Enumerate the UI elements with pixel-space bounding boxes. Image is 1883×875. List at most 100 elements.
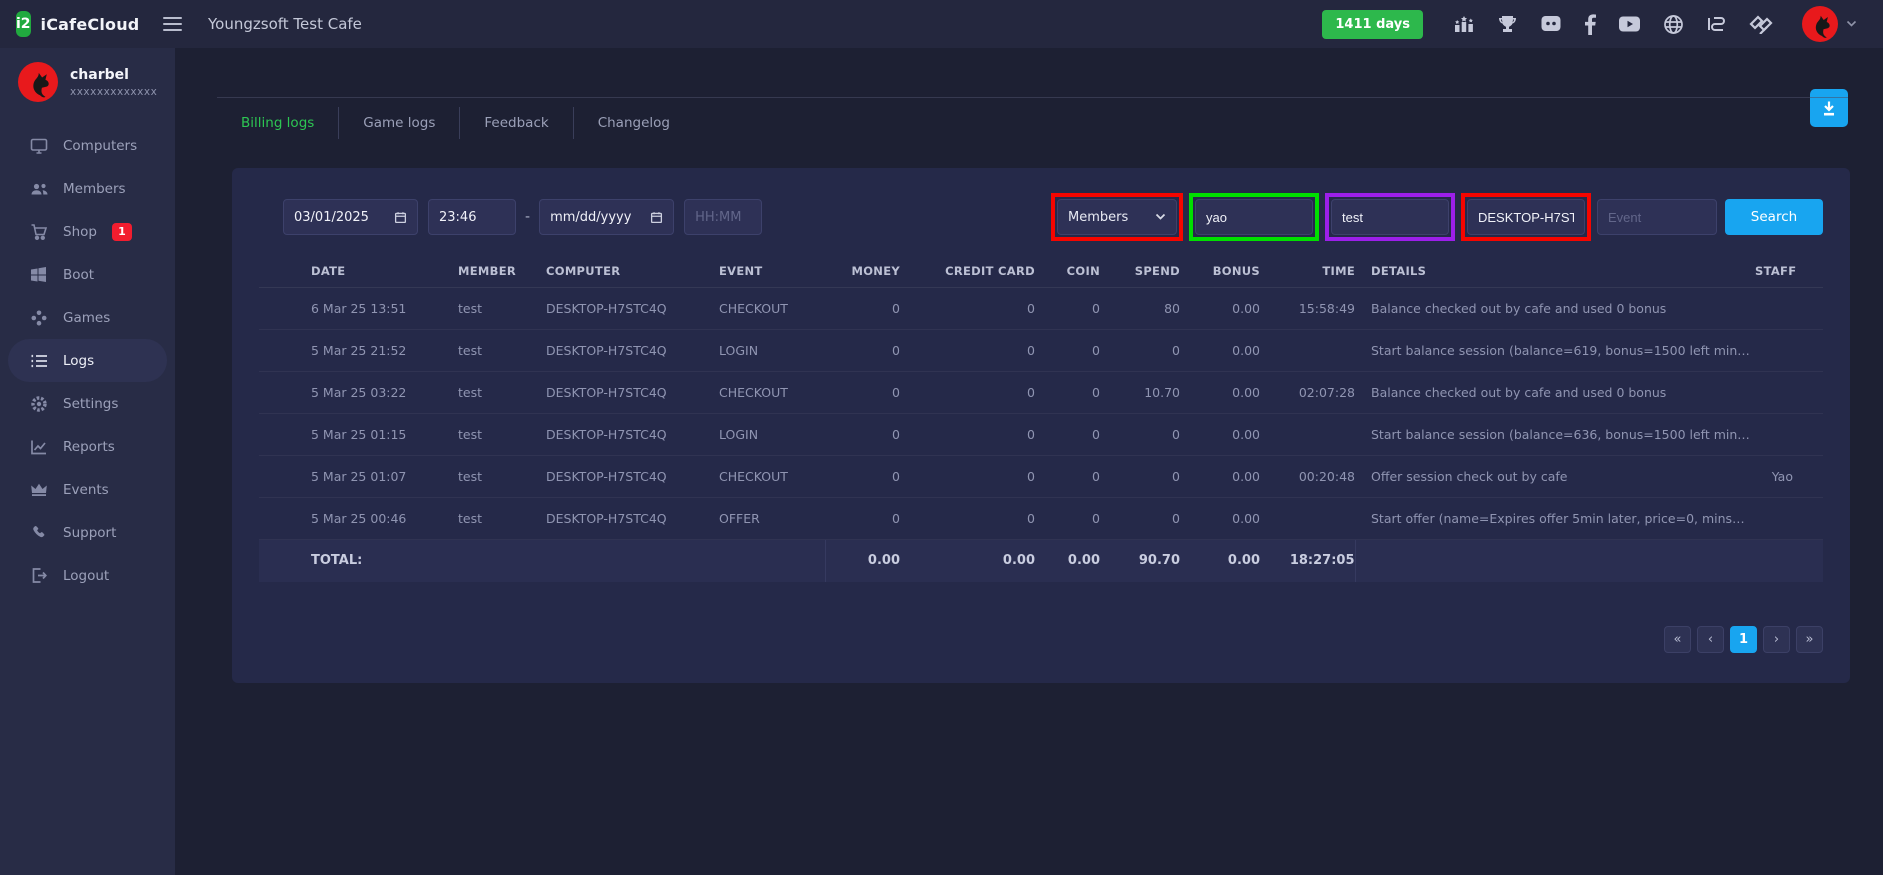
col-bonus: BONUS	[1180, 254, 1260, 288]
table-row: 5 Mar 25 00:46testDESKTOP-H7STC4QOFFER00…	[259, 498, 1823, 540]
page-prev-button[interactable]: ‹	[1697, 626, 1724, 653]
sidebar-item-logs[interactable]: Logs	[8, 339, 167, 382]
sidebar-item-computers[interactable]: Computers	[8, 124, 167, 167]
total-credit-card: 0.00	[900, 540, 1035, 582]
member-search-input-2[interactable]	[1331, 199, 1449, 235]
logout-icon	[30, 567, 48, 584]
annotation-box-red-2	[1461, 193, 1591, 241]
sidebar-avatar	[18, 62, 58, 102]
annotation-box-red-1: Members	[1051, 193, 1183, 241]
sidebar-item-games[interactable]: Games	[8, 296, 167, 339]
windows-icon	[30, 266, 48, 283]
icafecloud-icon[interactable]	[1706, 14, 1726, 34]
page-next-button[interactable]: ›	[1763, 626, 1790, 653]
time-to-input[interactable]: HH:MM	[684, 199, 762, 235]
event-search-input[interactable]	[1597, 199, 1717, 235]
col-spend: SPEND	[1100, 254, 1180, 288]
sidebar-item-reports[interactable]: Reports	[8, 425, 167, 468]
sidebar-item-boot[interactable]: Boot	[8, 253, 167, 296]
globe-icon[interactable]	[1663, 14, 1684, 35]
col-staff: STAFF	[1755, 254, 1823, 288]
tab-billing-logs[interactable]: Billing logs	[217, 107, 339, 139]
sidebar-item-members[interactable]: Members	[8, 167, 167, 210]
sidebar-item-label: Shop	[63, 224, 97, 240]
tab-changelog[interactable]: Changelog	[574, 107, 694, 139]
sidebar: charbel xxxxxxxxxxxxx Computers Members …	[0, 48, 175, 875]
billing-logs-panel: 03/01/2025 23:46 - mm/dd/yyyy HH:MM Memb…	[232, 168, 1850, 683]
sidebar-nav: Computers Members Shop 1 Boot Games Logs…	[0, 124, 175, 597]
menu-toggle-icon[interactable]	[159, 9, 186, 39]
sidebar-item-settings[interactable]: Settings	[8, 382, 167, 425]
time-from-input[interactable]: 23:46	[428, 199, 516, 235]
col-member: MEMBER	[458, 254, 546, 288]
calendar-icon	[650, 211, 663, 224]
chevron-down-icon	[1155, 213, 1166, 221]
user-avatar	[1802, 6, 1838, 42]
sidebar-item-shop[interactable]: Shop 1	[8, 210, 167, 253]
col-date: DATE	[259, 254, 458, 288]
annotation-box-purple	[1325, 193, 1455, 241]
cart-icon	[30, 223, 48, 241]
download-icon	[1820, 99, 1838, 117]
member-search-input[interactable]	[1195, 199, 1313, 235]
tab-game-logs[interactable]: Game logs	[339, 107, 460, 139]
download-button[interactable]	[1810, 89, 1848, 127]
gear-icon	[30, 395, 48, 413]
topbar-actions: 1411 days	[1322, 6, 1883, 42]
sidebar-item-events[interactable]: Events	[8, 468, 167, 511]
sidebar-item-label: Boot	[63, 267, 94, 283]
sidebar-item-label: Support	[63, 525, 116, 541]
brand-name: iCafeCloud	[41, 15, 140, 34]
layers-icon[interactable]	[1748, 14, 1774, 34]
col-computer: COMPUTER	[546, 254, 719, 288]
page-last-button[interactable]: »	[1796, 626, 1823, 653]
page-title: Youngzsoft Test Cafe	[208, 15, 1322, 33]
youtube-icon[interactable]	[1618, 15, 1641, 33]
sidebar-item-label: Reports	[63, 439, 115, 455]
time-from-value: 23:46	[439, 210, 476, 225]
sidebar-item-label: Logout	[63, 568, 109, 584]
total-time: 18:27:05	[1260, 540, 1355, 582]
user-profile[interactable]: charbel xxxxxxxxxxxxx	[0, 48, 175, 102]
monitor-icon	[30, 137, 48, 155]
trophy-icon[interactable]	[1497, 14, 1518, 34]
table-row: 5 Mar 25 21:52testDESKTOP-H7STC4QLOGIN00…	[259, 330, 1823, 372]
sidebar-item-label: Computers	[63, 138, 137, 154]
users-icon	[30, 180, 48, 198]
tabs-bar: Billing logs Game logs Feedback Changelo…	[217, 97, 1848, 139]
total-label: TOTAL:	[259, 540, 825, 582]
page-first-button[interactable]: «	[1664, 626, 1691, 653]
sidebar-item-support[interactable]: Support	[8, 511, 167, 554]
sidebar-item-logout[interactable]: Logout	[8, 554, 167, 597]
tab-feedback[interactable]: Feedback	[460, 107, 573, 139]
search-button[interactable]: Search	[1725, 199, 1823, 235]
user-name: charbel	[70, 67, 157, 83]
col-details: DETAILS	[1355, 254, 1755, 288]
page-1-button[interactable]: 1	[1730, 626, 1757, 653]
sidebar-item-label: Events	[63, 482, 109, 498]
chevron-down-icon	[1846, 20, 1857, 28]
discord-icon[interactable]	[1540, 14, 1562, 34]
date-to-input[interactable]: mm/dd/yyyy	[539, 199, 674, 235]
total-coin: 0.00	[1035, 540, 1100, 582]
user-menu[interactable]	[1802, 6, 1857, 42]
gamepad-icon	[30, 309, 48, 327]
total-row: TOTAL: 0.00 0.00 0.00 90.70 0.00 18:27:0…	[259, 540, 1823, 582]
total-spend: 90.70	[1100, 540, 1180, 582]
table-row: 5 Mar 25 01:07testDESKTOP-H7STC4QCHECKOU…	[259, 456, 1823, 498]
ranking-icon[interactable]	[1453, 14, 1475, 34]
table-row: 5 Mar 25 01:15testDESKTOP-H7STC4QLOGIN00…	[259, 414, 1823, 456]
table-header-row: DATE MEMBER COMPUTER EVENT MONEY CREDIT …	[259, 254, 1823, 288]
time-to-placeholder: HH:MM	[695, 210, 741, 225]
user-masked-id: xxxxxxxxxxxxx	[70, 86, 157, 98]
filter-bar: 03/01/2025 23:46 - mm/dd/yyyy HH:MM Memb…	[259, 192, 1823, 242]
table-row: 6 Mar 25 13:51testDESKTOP-H7STC4QCHECKOU…	[259, 288, 1823, 330]
facebook-icon[interactable]	[1584, 14, 1596, 35]
sidebar-item-label: Settings	[63, 396, 118, 412]
member-type-select[interactable]: Members	[1057, 199, 1177, 235]
billing-logs-table: DATE MEMBER COMPUTER EVENT MONEY CREDIT …	[259, 254, 1823, 582]
computer-search-input[interactable]	[1467, 199, 1585, 235]
col-coin: COIN	[1035, 254, 1100, 288]
date-from-input[interactable]: 03/01/2025	[283, 199, 418, 235]
days-badge[interactable]: 1411 days	[1322, 10, 1423, 39]
